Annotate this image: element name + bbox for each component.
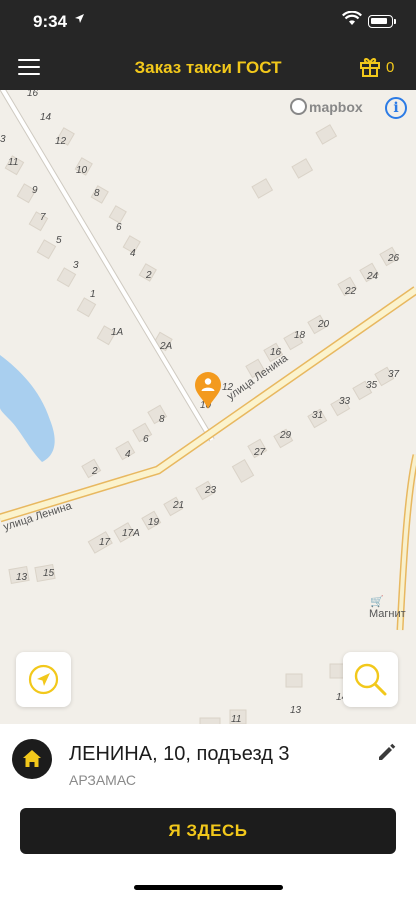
address-text[interactable]: ЛЕНИНА, 10, подъезд 3: [69, 743, 290, 766]
house-number: 2: [92, 466, 98, 477]
house-number: 19: [148, 517, 160, 528]
house-number: 24: [367, 271, 379, 282]
house-number: 21: [173, 500, 185, 511]
water-body: [0, 355, 55, 462]
house-number: 35: [366, 380, 378, 391]
house-number: 33: [339, 396, 351, 407]
pencil-icon[interactable]: [376, 741, 398, 763]
location-arrow-icon: [74, 12, 85, 27]
house-number: 26: [388, 253, 400, 264]
home-button[interactable]: [12, 739, 52, 779]
house-number: 2А: [160, 341, 173, 352]
shop-icon: 🛒: [370, 596, 384, 608]
house-number: 11: [8, 157, 19, 168]
mapbox-logo-icon: [290, 98, 307, 115]
house-number: 9: [32, 185, 38, 196]
house-number: 10: [76, 165, 88, 176]
house-number: 37: [388, 369, 400, 380]
address-sheet: ЛЕНИНА, 10, подъезд 3 АРЗАМАС Я ЗДЕСЬ: [0, 724, 416, 900]
house-number: 13: [290, 705, 302, 716]
house-number: 18: [294, 330, 306, 341]
battery-icon: [368, 15, 393, 28]
map-view[interactable]: 16 14 12 10 8 6 4 2 11 9 7 5 3 1 1А 2А 8…: [0, 90, 416, 724]
house-number: 1А: [111, 327, 124, 338]
top-bar: 9:34 Заказ такси ГОСТ 0: [0, 0, 416, 90]
house-number: 14: [40, 112, 52, 123]
poi-label: Магнит: [369, 608, 406, 620]
house-number: 20: [318, 319, 330, 330]
house-number: 2: [146, 270, 152, 281]
mapbox-label: mapbox: [309, 98, 363, 115]
house-number: 3: [0, 134, 6, 145]
info-button[interactable]: i: [385, 97, 407, 119]
nav-bar: Заказ такси ГОСТ 0: [0, 44, 416, 90]
house-number: 17А: [122, 528, 140, 539]
city-text: АРЗАМАС: [69, 772, 136, 788]
gift-count[interactable]: 0: [386, 59, 394, 76]
house-number: 8: [94, 188, 100, 199]
search-button[interactable]: [343, 652, 398, 707]
house-number: 4: [130, 248, 136, 259]
house-number: 31: [312, 410, 324, 421]
magnifier-icon: [354, 663, 387, 696]
home-indicator: [134, 885, 283, 890]
house-number: 15: [43, 568, 55, 579]
user-pin-icon[interactable]: [193, 370, 223, 410]
locate-me-button[interactable]: [16, 652, 71, 707]
house-number: 12: [55, 136, 67, 147]
confirm-location-button[interactable]: Я ЗДЕСЬ: [20, 808, 396, 854]
battery-tip: [394, 19, 396, 24]
mapbox-attribution[interactable]: mapbox: [290, 98, 363, 115]
gift-icon[interactable]: [359, 56, 381, 83]
page-title: Заказ такси ГОСТ: [134, 58, 282, 77]
house-number: 29: [280, 430, 292, 441]
wifi-icon: [342, 10, 362, 31]
house-number: 8: [159, 414, 165, 425]
house-number: 7: [40, 212, 46, 223]
house-number: 6: [143, 434, 149, 445]
house-number: 11: [231, 714, 242, 724]
house-number: 4: [125, 449, 131, 460]
house-number: 17: [99, 537, 111, 548]
house-number: 16: [27, 90, 39, 99]
home-icon: [23, 750, 41, 767]
status-time: 9:34: [33, 12, 68, 31]
house-number: 1: [90, 289, 96, 300]
house-number: 13: [16, 572, 28, 583]
house-number: 27: [254, 447, 266, 458]
house-number: 6: [116, 222, 122, 233]
status-bar: 9:34: [0, 0, 416, 44]
house-number: 23: [205, 485, 217, 496]
house-number: 5: [56, 235, 62, 246]
house-number: 3: [73, 260, 79, 271]
house-number: 22: [345, 286, 357, 297]
navigation-arrow-icon: [28, 664, 59, 695]
